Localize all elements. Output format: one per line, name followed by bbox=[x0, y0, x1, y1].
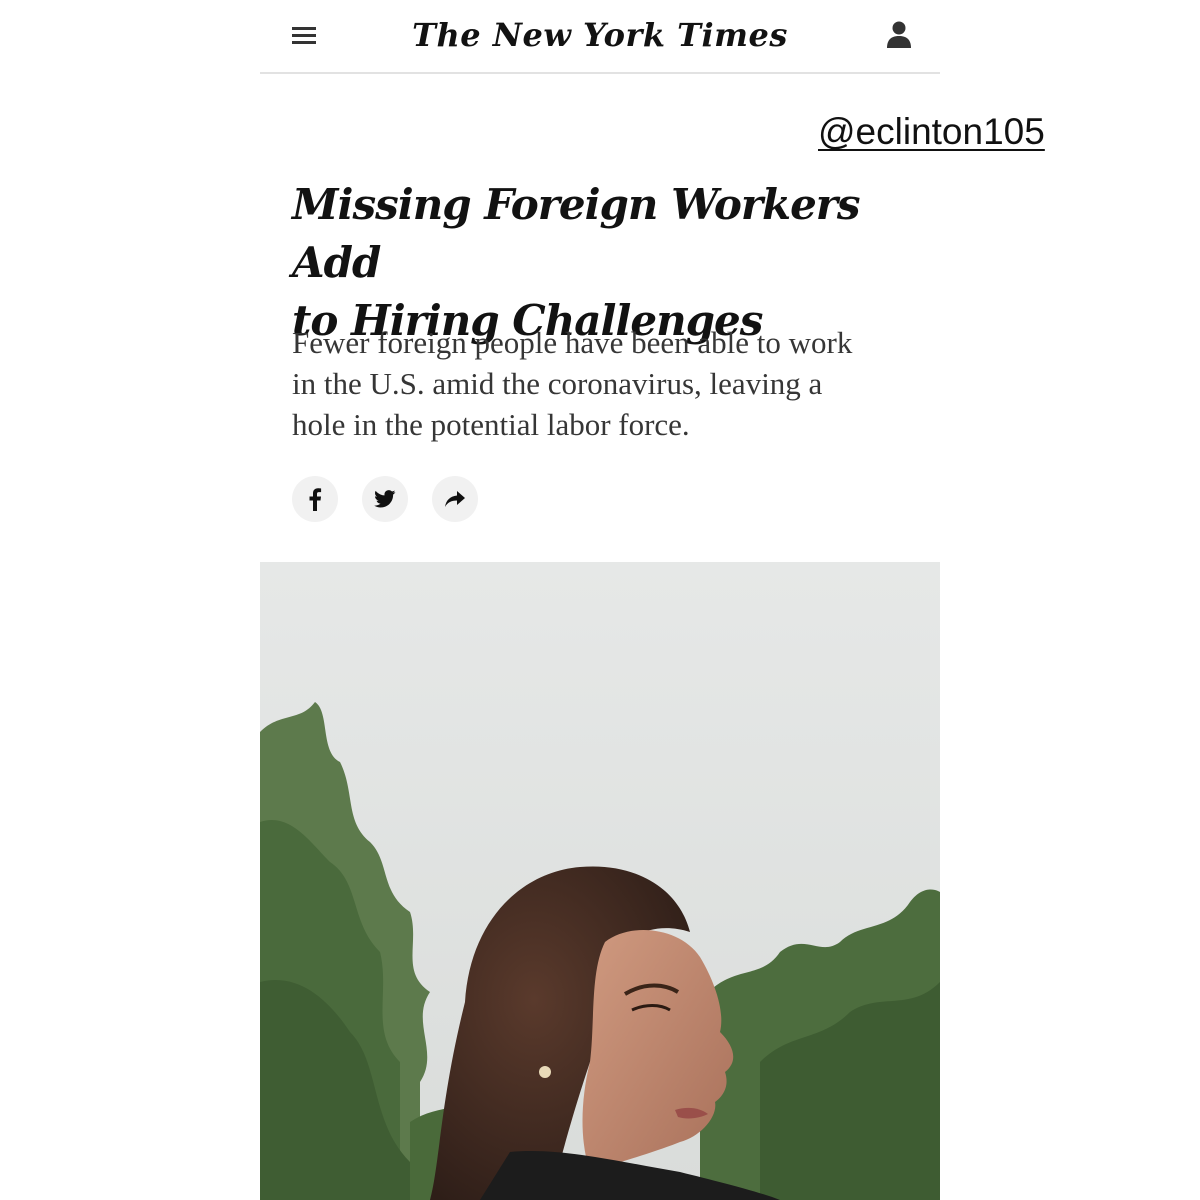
twitter-share-button[interactable] bbox=[362, 476, 408, 522]
facebook-share-button[interactable] bbox=[292, 476, 338, 522]
share-arrow-icon bbox=[445, 491, 465, 507]
masthead-logo[interactable]: The New York Times bbox=[260, 12, 940, 58]
facebook-icon bbox=[309, 488, 322, 511]
woman-portrait-photo bbox=[260, 562, 940, 1200]
summary-line-1: Fewer foreign people have been able to w… bbox=[292, 325, 853, 360]
more-share-button[interactable] bbox=[432, 476, 478, 522]
summary-line-2: in the U.S. amid the coronavirus, leavin… bbox=[292, 366, 823, 401]
article-photo[interactable] bbox=[260, 562, 940, 1200]
user-account-icon[interactable] bbox=[886, 20, 912, 50]
headline-line-1: Missing Foreign Workers Add bbox=[292, 180, 861, 287]
article-summary: Fewer foreign people have been able to w… bbox=[292, 322, 912, 445]
twitter-icon bbox=[374, 490, 396, 508]
watermark-handle: @eclinton105 bbox=[818, 111, 1045, 152]
summary-line-3: hole in the potential labor force. bbox=[292, 407, 690, 442]
share-tools bbox=[292, 476, 478, 522]
article-page: The New York Times @eclinton105 Missing … bbox=[0, 0, 1200, 1200]
top-bar: The New York Times bbox=[260, 0, 940, 74]
